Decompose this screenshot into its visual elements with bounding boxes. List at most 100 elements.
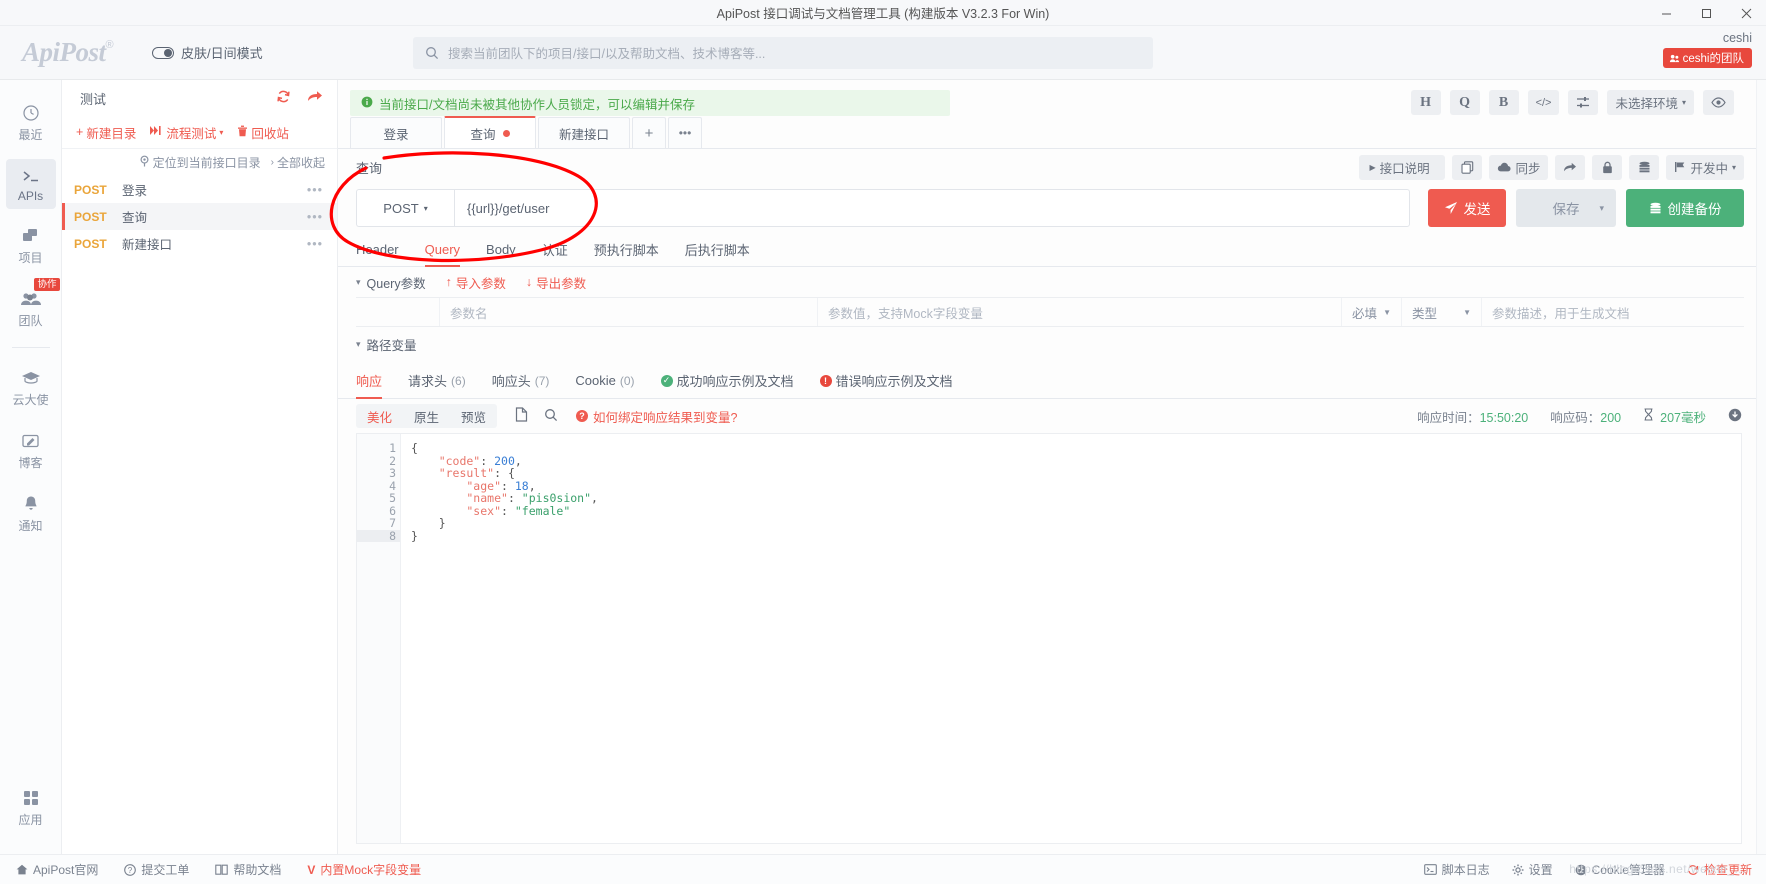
search-icon[interactable]: [544, 408, 558, 425]
submit-ticket-link[interactable]: ? 提交工单: [124, 861, 189, 878]
download-icon[interactable]: [1728, 408, 1742, 425]
bind-variable-help-link[interactable]: ? 如何绑定响应结果到变量?: [576, 407, 737, 426]
tab-query-params[interactable]: Query: [425, 233, 460, 267]
settings-sliders-button[interactable]: [1568, 90, 1598, 115]
save-button[interactable]: 保存 ▾: [1516, 189, 1616, 227]
recycle-bin-button[interactable]: 回收站: [237, 123, 289, 142]
http-method-selector[interactable]: POST ▾: [356, 189, 454, 227]
maximize-button[interactable]: [1686, 0, 1726, 26]
param-name-input[interactable]: 参数名: [440, 298, 818, 326]
settings-button[interactable]: 设置: [1512, 861, 1553, 878]
copy-file-icon[interactable]: [515, 407, 528, 425]
tab-request-headers[interactable]: 请求头 (6): [408, 363, 466, 399]
tab-response-headers[interactable]: 响应头 (7): [492, 363, 550, 399]
database-button[interactable]: [1629, 155, 1659, 180]
tab-pre-script[interactable]: 预执行脚本: [594, 233, 659, 267]
sidebar-item-apis[interactable]: APIs: [6, 159, 56, 209]
close-button[interactable]: [1726, 0, 1766, 26]
page-scrollbar[interactable]: [1756, 80, 1766, 854]
v-icon: V: [307, 863, 315, 877]
view-preview-button[interactable]: 预览: [450, 404, 497, 428]
apipost-site-link[interactable]: ApiPost官网: [16, 861, 98, 878]
tab-error-example[interactable]: ! 错误响应示例及文档: [820, 363, 953, 399]
tab-post-script[interactable]: 后执行脚本: [685, 233, 750, 267]
tab-body[interactable]: Body: [486, 233, 516, 267]
triangle-down-icon[interactable]: ▾: [356, 277, 361, 288]
sidebar-item-projects[interactable]: 项目: [6, 219, 56, 272]
lock-button[interactable]: [1592, 155, 1622, 180]
code-view-button[interactable]: </>: [1528, 90, 1560, 115]
row-menu-icon[interactable]: •••: [307, 210, 337, 224]
copy-icon: [1461, 161, 1474, 174]
list-item[interactable]: POST 登录 •••: [62, 176, 337, 203]
tab-more-button[interactable]: •••: [668, 117, 702, 148]
new-folder-button[interactable]: + 新建目录: [76, 123, 136, 142]
minimize-button[interactable]: [1646, 0, 1686, 26]
toggle-switch-icon: [152, 47, 174, 59]
triangle-down-icon[interactable]: ▾: [356, 339, 361, 350]
status-dropdown[interactable]: 开发中 ▾: [1666, 155, 1744, 180]
add-tab-button[interactable]: +: [632, 117, 666, 148]
tab-auth[interactable]: 认证: [542, 233, 568, 267]
sidebar-item-notification[interactable]: 通知: [6, 487, 56, 540]
body-toggle-button[interactable]: B: [1489, 90, 1519, 115]
help-doc-link[interactable]: 帮助文档: [215, 861, 281, 878]
environment-selector[interactable]: 未选择环境 ▾: [1607, 90, 1694, 115]
sidebar-item-ambassador[interactable]: 云大使: [6, 361, 56, 414]
view-raw-button[interactable]: 原生: [403, 404, 450, 428]
param-value-input[interactable]: 参数值，支持Mock字段变量: [818, 298, 1342, 326]
script-log-button[interactable]: 脚本日志: [1424, 861, 1490, 878]
user-name[interactable]: ceshi: [1723, 31, 1752, 45]
sidebar-item-blog[interactable]: 博客: [6, 424, 56, 477]
query-toggle-button[interactable]: Q: [1450, 90, 1480, 115]
param-required-select[interactable]: 必填 ▼: [1342, 298, 1402, 326]
list-item[interactable]: POST 查询 •••: [62, 203, 337, 230]
share-arrow-icon: [1563, 161, 1577, 173]
response-body-viewer[interactable]: 1 2 3 4 5 6 7 8 { "code": 200, "result":…: [356, 433, 1742, 844]
row-menu-icon[interactable]: •••: [307, 237, 337, 251]
create-backup-button[interactable]: 创建备份: [1626, 189, 1744, 227]
tab-response[interactable]: 响应: [356, 363, 382, 399]
chevron-down-icon[interactable]: ▾: [1599, 203, 1604, 214]
header-toggle-button[interactable]: H: [1411, 90, 1441, 115]
duration-value: 207毫秒: [1660, 407, 1706, 426]
tab-query[interactable]: 查询: [444, 116, 536, 148]
locate-current-button[interactable]: 定位到当前接口目录: [139, 154, 261, 171]
import-params-button[interactable]: ↑ 导入参数: [446, 273, 506, 292]
param-desc-input[interactable]: 参数描述，用于生成文档: [1482, 298, 1744, 326]
flow-test-button[interactable]: 流程测试 ▾: [150, 123, 223, 142]
url-input[interactable]: {{url}}/get/user: [454, 189, 1410, 227]
tab-header[interactable]: Header: [356, 233, 399, 267]
sidebar-item-recent[interactable]: 最近: [6, 96, 56, 149]
team-badge[interactable]: ceshi的团队: [1663, 48, 1752, 68]
sidebar-item-apps[interactable]: 应用: [6, 781, 56, 834]
api-description-button[interactable]: ▶ 接口说明: [1359, 155, 1445, 180]
global-search[interactable]: 搜索当前团队下的项目/接口/以及帮助文档、技术博客等...: [413, 37, 1153, 69]
share-button[interactable]: [1555, 155, 1585, 180]
tab-cookie[interactable]: Cookie (0): [575, 363, 634, 399]
sync-button[interactable]: 同步: [1489, 155, 1548, 180]
copy-button[interactable]: [1452, 155, 1482, 180]
refresh-icon[interactable]: [276, 89, 291, 107]
collapse-all-button[interactable]: › 全部收起: [271, 154, 325, 171]
tab-new-api[interactable]: 新建接口: [538, 117, 630, 148]
row-menu-icon[interactable]: •••: [307, 183, 337, 197]
response-code: 响应码：200: [1550, 407, 1621, 426]
share-icon[interactable]: [307, 89, 323, 107]
send-button[interactable]: 发送: [1428, 189, 1506, 227]
skin-mode-toggle[interactable]: 皮肤/日间模式: [152, 43, 263, 62]
mock-variables-link[interactable]: V 内置Mock字段变量: [307, 861, 421, 878]
search-icon: [425, 46, 439, 60]
query-params-table: 参数名 参数值，支持Mock字段变量 必填 ▼ 类型 ▼ 参数描述，用于生成文档: [356, 297, 1744, 327]
export-params-button[interactable]: ↓ 导出参数: [526, 273, 586, 292]
list-item[interactable]: POST 新建接口 •••: [62, 230, 337, 257]
json-code[interactable]: { "code": 200, "result": { "age": 18, "n…: [401, 434, 1741, 843]
view-beautify-button[interactable]: 美化: [356, 404, 403, 428]
sidebar-item-team[interactable]: 协作 团队: [6, 282, 56, 335]
param-checkbox-cell[interactable]: [356, 298, 440, 326]
tab-login[interactable]: 登录: [350, 117, 442, 148]
param-type-select[interactable]: 类型 ▼: [1402, 298, 1482, 326]
flow-test-label: 流程测试: [166, 123, 216, 142]
eye-preview-button[interactable]: [1703, 90, 1734, 115]
tab-success-example[interactable]: ✓ 成功响应示例及文档: [661, 363, 794, 399]
